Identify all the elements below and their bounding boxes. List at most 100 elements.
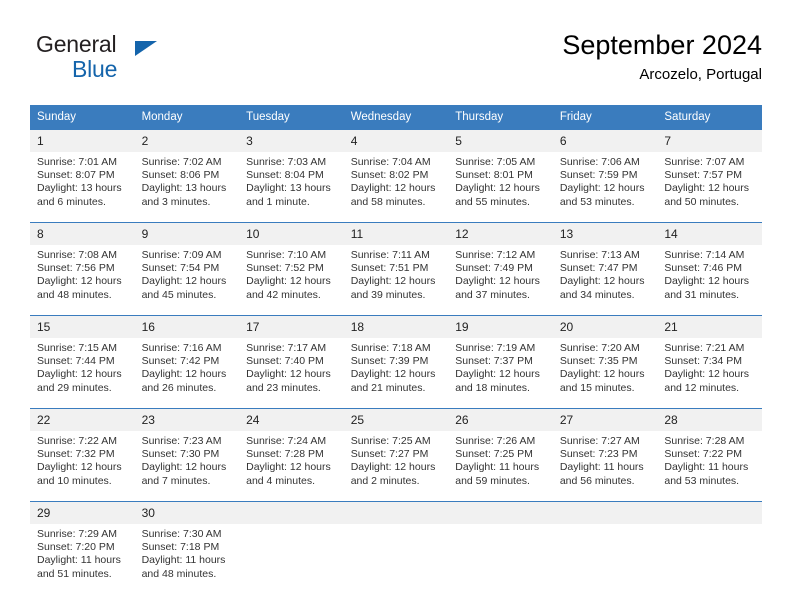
brand-logo[interactable]: General Blue [36,32,266,88]
day-number: 20 [552,316,658,338]
day-number [552,502,658,524]
calendar-day-cell[interactable]: 2 Sunrise: 7:02 AM Sunset: 8:06 PM Daylight… [134,129,240,223]
calendar-day-cell[interactable]: 26 Sunrise: 7:26 AM Sunset: 7:25 PM Dayligh… [448,408,553,502]
sunrise-text: Sunrise: 7:20 AM [559,342,640,354]
calendar-week-row: 1 Sunrise: 7:01 AM Sunset: 8:07 PM Daylight… [30,129,762,223]
calendar-day-cell[interactable]: 30 Sunrise: 7:30 AM Sunset: 7:18 PM Dayligh… [134,501,240,594]
sunrise-text: Sunrise: 7:16 AM [141,342,222,354]
day-number: 19 [448,316,553,338]
sunrise-text: Sunrise: 7:26 AM [455,435,536,447]
day-details: Sunrise: 7:05 AM Sunset: 8:01 PM Daylight:… [448,152,553,222]
calendar-day-cell[interactable]: 28 Sunrise: 7:28 AM Sunset: 7:22 PM Dayligh… [657,408,762,502]
calendar-day-cell[interactable]: 16 Sunrise: 7:16 AM Sunset: 7:42 PM Dayligh… [134,315,240,409]
daylight-text: Daylight: 12 hours and 50 minutes. [664,182,750,208]
calendar-day-cell[interactable]: 4 Sunrise: 7:04 AM Sunset: 8:02 PM Daylight… [343,129,449,223]
page-subtitle: Arcozelo, Portugal [639,66,762,83]
sunset-text: Sunset: 8:06 PM [141,169,220,182]
sunrise-text: Sunrise: 7:06 AM [559,156,640,168]
day-details: Sunrise: 7:14 AM Sunset: 7:46 PM Daylight:… [657,245,762,315]
sunrise-text: Sunrise: 7:11 AM [350,249,430,261]
sunrise-text: Sunrise: 7:28 AM [664,435,745,447]
sunrise-text: Sunrise: 7:05 AM [455,156,536,168]
day-details [448,524,553,594]
daylight-text: Daylight: 12 hours and 29 minutes. [37,368,122,394]
daylight-text: Daylight: 12 hours and 26 minutes. [141,368,227,394]
day-number: 23 [134,409,240,431]
weekday-header-monday: Monday [134,105,240,130]
daylight-text: Daylight: 12 hours and 34 minutes. [559,275,645,301]
day-details [657,524,762,594]
calendar-day-cell[interactable]: 19 Sunrise: 7:19 AM Sunset: 7:37 PM Dayligh… [448,315,553,409]
sunset-text: Sunset: 7:18 PM [141,541,220,554]
sunrise-text: Sunrise: 7:21 AM [664,342,745,354]
calendar-day-cell[interactable]: 10 Sunrise: 7:10 AM Sunset: 7:52 PM Dayligh… [239,222,344,316]
calendar-table: Sunday Monday Tuesday Wednesday Thursday… [30,105,762,594]
daylight-text: Daylight: 12 hours and 45 minutes. [141,275,227,301]
calendar-day-cell[interactable]: 1 Sunrise: 7:01 AM Sunset: 8:07 PM Daylight… [30,129,135,223]
calendar-day-cell[interactable]: 18 Sunrise: 7:18 AM Sunset: 7:39 PM Dayligh… [343,315,449,409]
day-number: 17 [239,316,344,338]
calendar-header-row: Sunday Monday Tuesday Wednesday Thursday… [30,105,762,130]
day-number: 3 [239,130,344,152]
day-number: 18 [343,316,449,338]
calendar-day-cell[interactable]: 9 Sunrise: 7:09 AM Sunset: 7:54 PM Daylight… [134,222,240,316]
day-number: 5 [448,130,553,152]
calendar-day-cell[interactable]: 15 Sunrise: 7:15 AM Sunset: 7:44 PM Dayligh… [30,315,135,409]
sunset-text: Sunset: 7:42 PM [141,355,220,368]
calendar-day-cell[interactable]: 29 Sunrise: 7:29 AM Sunset: 7:20 PM Dayligh… [30,501,135,594]
sunset-text: Sunset: 7:56 PM [37,262,115,275]
day-details [344,524,449,594]
calendar-day-cell[interactable]: 11 Sunrise: 7:11 AM Sunset: 7:51 PM Dayligh… [343,222,449,316]
sunset-text: Sunset: 8:01 PM [455,169,533,182]
sunrise-text: Sunrise: 7:18 AM [350,342,431,354]
weekday-header-wednesday: Wednesday [343,105,449,130]
day-details: Sunrise: 7:10 AM Sunset: 7:52 PM Daylight:… [239,245,344,315]
day-details: Sunrise: 7:06 AM Sunset: 7:59 PM Daylight:… [553,152,658,222]
daylight-text: Daylight: 12 hours and 15 minutes. [559,368,645,394]
daylight-text: Daylight: 12 hours and 4 minutes. [246,461,331,487]
sunrise-text: Sunrise: 7:24 AM [246,435,327,447]
flag-triangle-icon [135,41,157,56]
calendar-day-cell[interactable]: 5 Sunrise: 7:05 AM Sunset: 8:01 PM Daylight… [448,129,553,223]
day-number: 15 [30,316,135,338]
daylight-text: Daylight: 12 hours and 23 minutes. [246,368,331,394]
calendar-day-cell[interactable]: 7 Sunrise: 7:07 AM Sunset: 7:57 PM Daylight… [657,129,762,223]
calendar-day-cell[interactable]: 17 Sunrise: 7:17 AM Sunset: 7:40 PM Dayligh… [239,315,344,409]
sunset-text: Sunset: 7:47 PM [559,262,638,275]
sunrise-text: Sunrise: 7:19 AM [455,342,536,354]
calendar-day-cell[interactable]: 25 Sunrise: 7:25 AM Sunset: 7:27 PM Dayligh… [343,408,449,502]
calendar-day-cell[interactable]: 6 Sunrise: 7:06 AM Sunset: 7:59 PM Daylight… [552,129,658,223]
calendar-day-cell[interactable]: 3 Sunrise: 7:03 AM Sunset: 8:04 PM Daylight… [239,129,344,223]
calendar-day-cell[interactable]: 24 Sunrise: 7:24 AM Sunset: 7:28 PM Dayligh… [239,408,344,502]
day-number: 13 [552,223,658,245]
sunrise-text: Sunrise: 7:27 AM [559,435,640,447]
calendar-day-cell[interactable]: 8 Sunrise: 7:08 AM Sunset: 7:56 PM Daylight… [30,222,135,316]
sunrise-text: Sunrise: 7:04 AM [350,156,431,168]
day-details: Sunrise: 7:04 AM Sunset: 8:02 PM Daylight:… [344,152,449,222]
weekday-header-thursday: Thursday [448,105,553,130]
calendar-day-cell[interactable]: 12 Sunrise: 7:12 AM Sunset: 7:49 PM Dayligh… [448,222,553,316]
calendar-day-cell[interactable]: 13 Sunrise: 7:13 AM Sunset: 7:47 PM Dayligh… [552,222,658,316]
calendar-day-cell[interactable]: 22 Sunrise: 7:22 AM Sunset: 7:32 PM Dayligh… [30,408,135,502]
day-details: Sunrise: 7:20 AM Sunset: 7:35 PM Daylight:… [553,338,658,408]
calendar-day-cell[interactable]: 21 Sunrise: 7:21 AM Sunset: 7:34 PM Dayligh… [657,315,762,409]
day-number: 22 [30,409,135,431]
day-details [553,524,658,594]
day-number: 28 [657,409,762,431]
calendar-day-cell[interactable]: 14 Sunrise: 7:14 AM Sunset: 7:46 PM Dayligh… [657,222,762,316]
day-details: Sunrise: 7:26 AM Sunset: 7:25 PM Daylight:… [448,431,553,501]
calendar-day-cell[interactable]: 27 Sunrise: 7:27 AM Sunset: 7:23 PM Dayligh… [552,408,658,502]
weekday-header-saturday: Saturday [657,105,762,130]
day-number [657,502,762,524]
calendar-cell-empty [448,501,553,594]
daylight-text: Daylight: 11 hours and 56 minutes. [559,461,644,487]
sunset-text: Sunset: 7:49 PM [455,262,533,275]
day-number: 14 [657,223,762,245]
calendar-day-cell[interactable]: 20 Sunrise: 7:20 AM Sunset: 7:35 PM Dayligh… [552,315,658,409]
title-block: September 2024 Arcozelo, Portugal [562,28,762,86]
day-number: 27 [552,409,658,431]
calendar-week-row: 15 Sunrise: 7:15 AM Sunset: 7:44 PM Dayligh… [30,315,762,409]
day-number: 4 [343,130,449,152]
day-number: 26 [448,409,553,431]
calendar-day-cell[interactable]: 23 Sunrise: 7:23 AM Sunset: 7:30 PM Dayligh… [134,408,240,502]
